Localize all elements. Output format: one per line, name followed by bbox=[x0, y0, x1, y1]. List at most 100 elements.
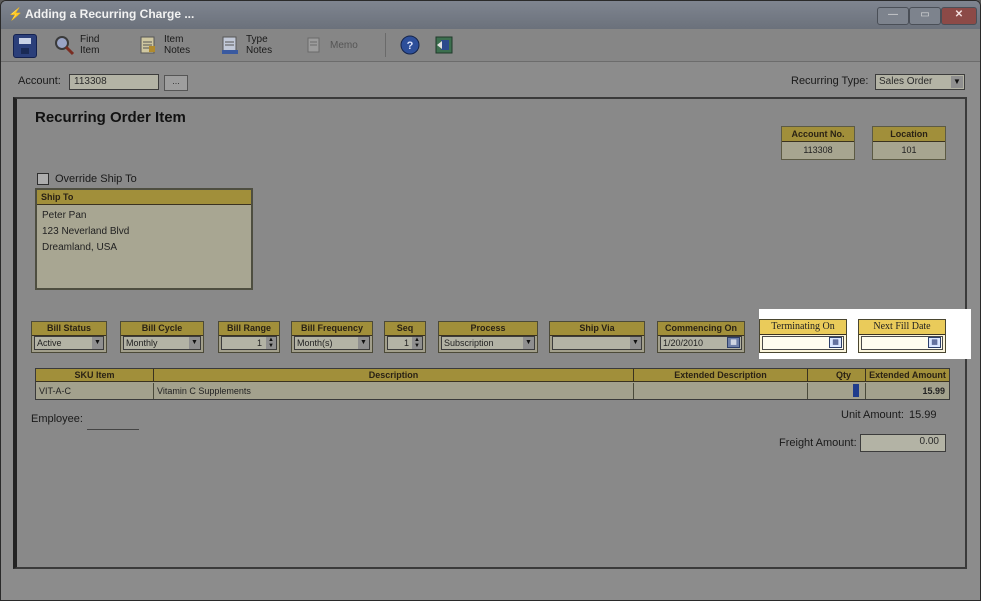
location-box: Location 101 bbox=[872, 126, 946, 160]
bill-range-label: Bill Range bbox=[219, 322, 279, 336]
grid-cell-sku[interactable]: VIT-A-C bbox=[36, 383, 154, 399]
save-button[interactable] bbox=[13, 32, 39, 58]
commencing-on-field: Commencing On 1/20/2010 ▦ bbox=[657, 321, 745, 353]
account-label: Account: bbox=[18, 75, 61, 87]
commencing-on-label: Commencing On bbox=[658, 322, 744, 336]
type-notes-button[interactable]: Type Notes bbox=[219, 32, 289, 58]
seq-field: Seq 1 ▲ ▼ bbox=[384, 321, 426, 353]
toolbar-separator bbox=[385, 33, 386, 57]
account-input[interactable]: 113308 bbox=[69, 74, 159, 90]
next-fill-date-label: Next Fill Date bbox=[859, 320, 945, 335]
calendar-icon[interactable]: ▦ bbox=[829, 337, 842, 348]
location-label: Location bbox=[873, 127, 945, 142]
ship-to-line: Peter Pan bbox=[42, 210, 87, 221]
app-window: ⚡ Adding a Recurring Charge ... — ▭ ✕ Fi… bbox=[0, 0, 981, 601]
find-item-label-2: Item bbox=[80, 45, 100, 56]
item-notes-button[interactable]: Item Notes bbox=[137, 32, 207, 58]
override-ship-to-label: Override Ship To bbox=[55, 173, 137, 185]
employee-label: Employee: bbox=[31, 413, 83, 425]
grid-cell-qty[interactable] bbox=[808, 383, 866, 399]
freight-amount-input[interactable]: 0.00 bbox=[860, 434, 946, 452]
panel-title: Recurring Order Item bbox=[35, 109, 186, 126]
account-no-label: Account No. bbox=[782, 127, 854, 142]
minimize-button[interactable]: — bbox=[877, 7, 909, 25]
type-notes-icon bbox=[219, 34, 241, 56]
find-item-label-1: Find bbox=[80, 34, 100, 45]
recurring-order-panel: Recurring Order Item Account No. 113308 … bbox=[13, 97, 971, 569]
spinner-icon: ▲ ▼ bbox=[412, 337, 422, 349]
freight-amount-label: Freight Amount: bbox=[779, 437, 857, 449]
exit-icon bbox=[433, 34, 455, 56]
bill-status-field: Bill Status Active ▼ bbox=[31, 321, 107, 353]
calendar-icon[interactable]: ▦ bbox=[928, 337, 941, 348]
recurring-type-label: Recurring Type: bbox=[791, 75, 869, 87]
employee-field[interactable] bbox=[87, 429, 139, 430]
bill-status-select[interactable]: Active ▼ bbox=[34, 336, 104, 350]
bill-range-stepper[interactable]: 1 ▲ ▼ bbox=[221, 336, 277, 350]
item-notes-label-2: Notes bbox=[164, 45, 191, 56]
account-row: Account: 113308 ... Recurring Type: Sale… bbox=[1, 63, 980, 95]
account-lookup-button[interactable]: ... bbox=[164, 75, 188, 91]
bill-frequency-value: Month(s) bbox=[297, 338, 333, 348]
bill-status-value: Active bbox=[37, 338, 62, 348]
item-notes-label-1: Item bbox=[164, 34, 184, 45]
commencing-on-value: 1/20/2010 bbox=[663, 338, 704, 348]
chevron-down-icon: ▼ bbox=[630, 337, 641, 349]
app-icon: ⚡ bbox=[8, 7, 23, 21]
chevron-down-icon: ▼ bbox=[523, 337, 534, 349]
next-fill-date-input[interactable]: ▦ bbox=[861, 336, 943, 350]
magnifier-icon bbox=[53, 34, 75, 56]
help-icon: ? bbox=[399, 34, 421, 56]
next-fill-date-field: Next Fill Date ▦ bbox=[858, 319, 946, 353]
grid-header-description[interactable]: Description bbox=[154, 369, 634, 382]
bill-frequency-field: Bill Frequency Month(s) ▼ bbox=[291, 321, 373, 353]
title-bar[interactable]: ⚡ Adding a Recurring Charge ... — ▭ ✕ bbox=[1, 1, 980, 29]
process-field: Process Subscription ▼ bbox=[438, 321, 538, 353]
ship-via-field: Ship Via ▼ bbox=[549, 321, 645, 353]
process-select[interactable]: Subscription ▼ bbox=[441, 336, 535, 350]
grid-header-ext-description[interactable]: Extended Description bbox=[634, 369, 808, 382]
save-icon bbox=[13, 34, 37, 58]
terminating-on-label: Terminating On bbox=[760, 320, 846, 335]
account-no-value: 113308 bbox=[803, 145, 833, 155]
items-grid: SKU Item Description Extended Descriptio… bbox=[35, 368, 950, 400]
recurring-type-select[interactable]: Sales Order ▼ bbox=[875, 74, 965, 90]
unit-amount-value: 15.99 bbox=[909, 409, 937, 421]
recurring-type-value: Sales Order bbox=[879, 76, 933, 87]
process-value: Subscription bbox=[444, 338, 494, 348]
bill-status-label: Bill Status bbox=[32, 322, 106, 336]
ship-via-label: Ship Via bbox=[550, 322, 644, 336]
bill-frequency-select[interactable]: Month(s) ▼ bbox=[294, 336, 370, 350]
grid-cell-ext-amount[interactable]: 15.99 bbox=[866, 383, 949, 399]
bill-range-field: Bill Range 1 ▲ ▼ bbox=[218, 321, 280, 353]
grid-cell-description[interactable]: Vitamin C Supplements bbox=[154, 383, 634, 399]
bill-cycle-field: Bill Cycle Monthly ▼ bbox=[120, 321, 204, 353]
spinner-icon: ▲ ▼ bbox=[266, 337, 276, 349]
bill-cycle-select[interactable]: Monthly ▼ bbox=[123, 336, 201, 350]
override-ship-to-checkbox[interactable] bbox=[37, 173, 49, 185]
grid-header-qty[interactable]: Qty bbox=[808, 369, 866, 382]
ship-via-select[interactable]: ▼ bbox=[552, 336, 642, 350]
bill-cycle-label: Bill Cycle bbox=[121, 322, 203, 336]
help-button[interactable]: ? bbox=[399, 32, 423, 58]
find-item-button[interactable]: Find Item bbox=[53, 32, 123, 58]
memo-button[interactable]: Memo bbox=[303, 32, 373, 58]
exit-button[interactable] bbox=[433, 32, 457, 58]
type-notes-label-2: Notes bbox=[246, 45, 273, 56]
svg-text:?: ? bbox=[407, 40, 414, 52]
grid-header-ext-amount[interactable]: Extended Amount bbox=[866, 369, 949, 382]
bill-frequency-label: Bill Frequency bbox=[292, 322, 372, 336]
memo-label: Memo bbox=[330, 40, 358, 51]
grid-cell-ext-description[interactable] bbox=[634, 383, 808, 399]
type-notes-label-1: Type bbox=[246, 34, 268, 45]
calendar-icon[interactable]: ▦ bbox=[727, 337, 740, 348]
chevron-down-icon: ▼ bbox=[189, 337, 200, 349]
terminating-on-input[interactable]: ▦ bbox=[762, 336, 844, 350]
grid-header-sku[interactable]: SKU Item bbox=[36, 369, 154, 382]
close-button[interactable]: ✕ bbox=[941, 7, 977, 25]
maximize-button[interactable]: ▭ bbox=[909, 7, 941, 25]
seq-stepper[interactable]: 1 ▲ ▼ bbox=[387, 336, 423, 350]
commencing-on-input[interactable]: 1/20/2010 ▦ bbox=[660, 336, 742, 350]
chevron-down-icon: ▼ bbox=[92, 337, 103, 349]
qty-cursor bbox=[853, 384, 859, 397]
